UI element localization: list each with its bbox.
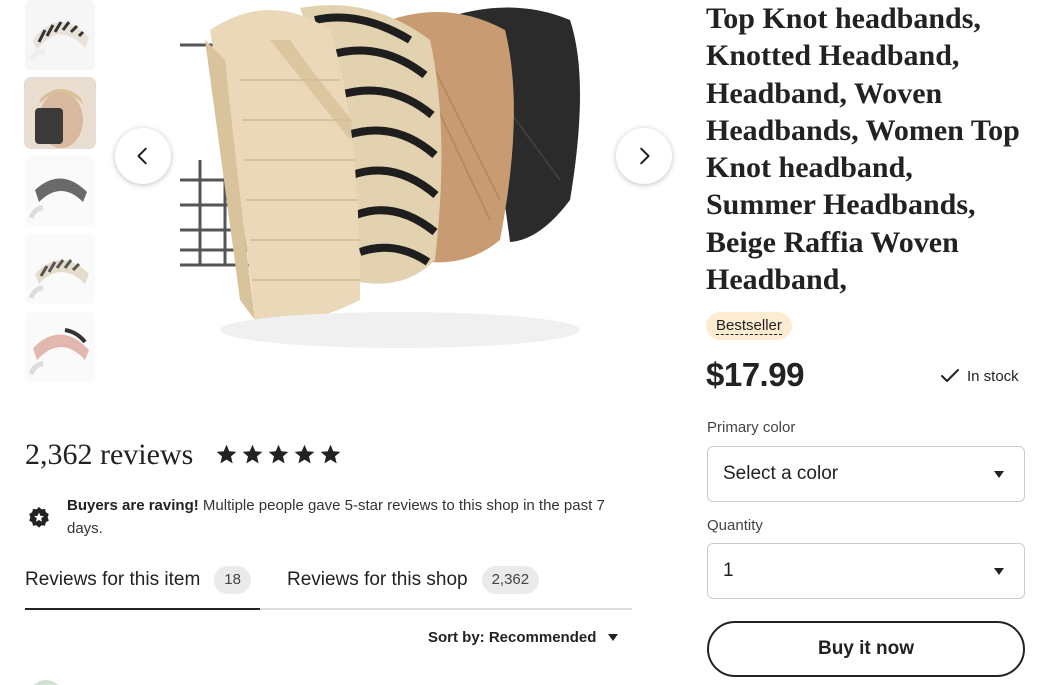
caret-down-icon bbox=[994, 567, 1004, 575]
caret-down-icon bbox=[994, 470, 1004, 478]
active-tab-indicator bbox=[25, 608, 260, 610]
chevron-right-icon bbox=[640, 147, 650, 165]
buyers-raving-message: Buyers are raving! Multiple people gave … bbox=[67, 494, 612, 540]
tab-label: Reviews for this shop bbox=[287, 569, 468, 590]
bestseller-badge[interactable]: Bestseller bbox=[706, 312, 792, 340]
color-label: Primary color bbox=[707, 419, 796, 436]
next-image-button[interactable] bbox=[616, 128, 672, 184]
thumbnail-image bbox=[25, 0, 95, 70]
quantity-label: Quantity bbox=[707, 517, 763, 534]
product-photo bbox=[180, 0, 680, 370]
chevron-left-icon bbox=[137, 147, 147, 165]
price: $17.99 bbox=[706, 356, 804, 393]
thumbnail-image bbox=[25, 156, 95, 226]
buy-it-now-button[interactable]: Buy it now bbox=[707, 621, 1025, 677]
product-main-image bbox=[180, 0, 680, 370]
thumbnail-image bbox=[25, 78, 95, 148]
tab-count: 2,362 bbox=[481, 566, 540, 594]
quantity-select[interactable]: 1 bbox=[707, 543, 1025, 599]
previous-image-button[interactable] bbox=[115, 128, 171, 184]
thumbnail-2[interactable] bbox=[25, 78, 95, 148]
thumbnail-4[interactable] bbox=[25, 234, 95, 304]
check-icon bbox=[941, 369, 959, 382]
color-select-value: Select a color bbox=[723, 463, 839, 484]
reviews-count: 2,362 reviews bbox=[25, 438, 194, 471]
avatar bbox=[28, 680, 64, 685]
raving-title: Buyers are raving! bbox=[67, 497, 199, 514]
badge-label: Bestseller bbox=[716, 317, 782, 335]
star-icon bbox=[242, 444, 263, 464]
thumbnail-image bbox=[25, 312, 95, 382]
star-icon bbox=[320, 444, 341, 464]
color-select[interactable]: Select a color bbox=[707, 446, 1025, 502]
star-badge-icon bbox=[29, 507, 49, 528]
star-icon bbox=[268, 444, 289, 464]
sort-dropdown[interactable]: Sort by: Recommended bbox=[428, 629, 619, 646]
caret-down-icon bbox=[608, 634, 619, 641]
listing-title: Top Knot headbands, Knotted Headband, He… bbox=[706, 2, 1020, 297]
stock-status: In stock bbox=[940, 366, 1019, 386]
tab-label: Reviews for this item bbox=[25, 569, 201, 590]
thumbnail-1[interactable] bbox=[25, 0, 95, 70]
sort-label: Sort by: Recommended bbox=[428, 629, 597, 646]
thumbnail-3[interactable] bbox=[25, 156, 95, 226]
thumbnail-5[interactable] bbox=[25, 312, 95, 382]
star-rating bbox=[215, 443, 342, 466]
thumbnail-image bbox=[25, 234, 95, 304]
star-icon bbox=[294, 444, 315, 464]
tab-reviews-shop[interactable]: Reviews for this shop 2,362 bbox=[287, 566, 540, 594]
quantity-select-value: 1 bbox=[723, 560, 734, 581]
tab-count: 18 bbox=[214, 566, 251, 594]
star-icon bbox=[216, 444, 237, 464]
tab-reviews-item[interactable]: Reviews for this item 18 bbox=[25, 566, 251, 594]
stock-label: In stock bbox=[967, 367, 1019, 385]
